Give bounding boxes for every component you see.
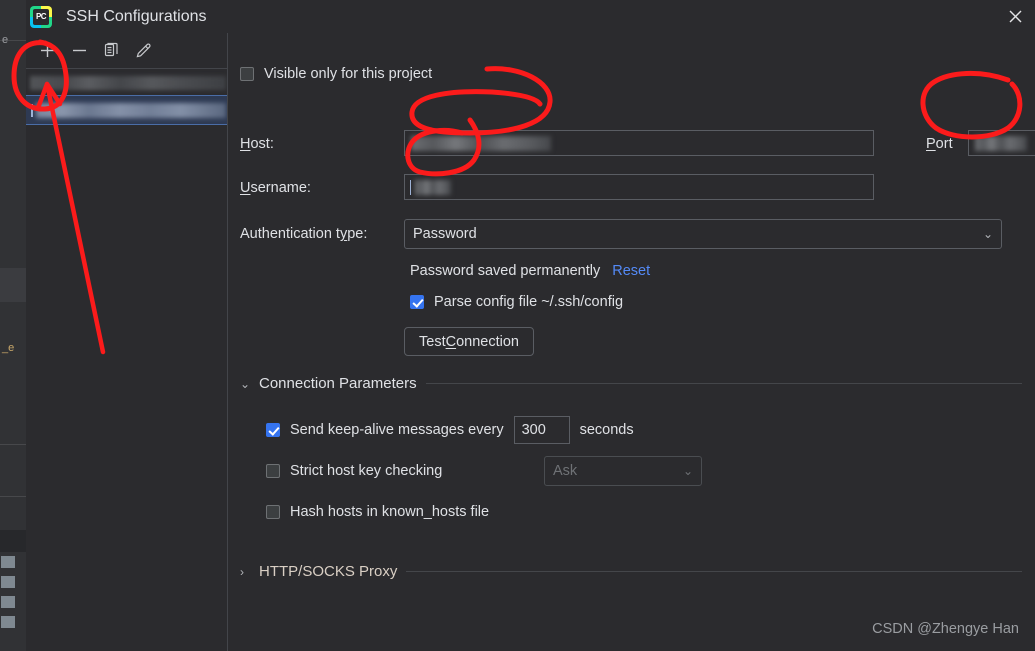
configuration-form-panel: Visible only for this project Host: Port	[228, 33, 1035, 651]
username-label: Username:	[240, 180, 311, 196]
keep-alive-row[interactable]: Send keep-alive messages every 300 secon…	[266, 416, 634, 444]
password-status-label: Password saved permanently	[410, 263, 601, 279]
host-input[interactable]	[404, 130, 874, 156]
parse-config-label: Parse config file ~/.ssh/config	[434, 294, 624, 310]
remove-button[interactable]	[64, 37, 94, 65]
strict-host-key-checkbox[interactable]	[266, 464, 280, 478]
ssh-configurations-dialog: e _e PC SSH Configurations Visible only …	[0, 0, 1035, 651]
pycharm-icon-badge: PC	[33, 8, 49, 25]
strict-host-key-row[interactable]: Strict host key checking	[266, 463, 442, 479]
section-divider	[406, 571, 1022, 572]
text-caret	[31, 104, 33, 117]
background-ide-strip: e _e	[0, 0, 26, 651]
redacted-port-value	[975, 136, 1027, 151]
list-item[interactable]	[26, 95, 227, 125]
visible-only-checkbox-row[interactable]: Visible only for this project	[240, 66, 432, 82]
plus-icon	[40, 44, 54, 57]
parse-config-checkbox[interactable]	[410, 295, 424, 309]
username-input[interactable]	[404, 174, 874, 200]
dialog-window: PC SSH Configurations Visible only for t…	[26, 0, 1035, 651]
proxy-section-title: HTTP/SOCKS Proxy	[259, 563, 398, 580]
close-icon[interactable]	[995, 0, 1035, 33]
chevron-down-icon: ⌄	[240, 376, 251, 391]
pycharm-icon: PC	[30, 5, 52, 28]
connection-parameters-section-header[interactable]: ⌄ Connection Parameters	[240, 375, 1022, 392]
configurations-sidebar	[26, 33, 228, 651]
strict-host-key-label: Strict host key checking	[290, 463, 443, 479]
dialog-body: Visible only for this project Host: Port	[26, 33, 1035, 651]
authentication-type-select[interactable]: Password ⌄	[404, 219, 1002, 249]
proxy-section-header[interactable]: › HTTP/SOCKS Proxy	[240, 563, 1022, 580]
background-glyph: e	[2, 34, 9, 46]
hash-hosts-row[interactable]: Hash hosts in known_hosts file	[266, 504, 489, 520]
keep-alive-checkbox[interactable]	[266, 423, 280, 437]
connection-parameters-title: Connection Parameters	[259, 375, 417, 392]
keep-alive-label-after: seconds	[579, 422, 634, 438]
reset-link[interactable]: Reset	[612, 263, 650, 279]
strict-host-key-select[interactable]: Ask ⌄	[544, 456, 702, 486]
redacted-username-value	[415, 180, 451, 195]
chevron-down-icon: ⌄	[682, 464, 693, 478]
copy-icon	[104, 42, 118, 57]
keep-alive-interval-value: 300	[521, 422, 546, 438]
redacted-config-name	[36, 103, 226, 118]
section-divider	[425, 383, 1022, 384]
visible-only-checkbox[interactable]	[240, 67, 254, 81]
host-label: Host:	[240, 136, 274, 152]
sidebar-toolbar	[26, 33, 227, 69]
port-input[interactable]	[968, 130, 1035, 156]
strict-host-key-value: Ask	[553, 463, 578, 479]
background-glyph-amber: _e	[2, 342, 15, 354]
keep-alive-label-before: Send keep-alive messages every	[290, 422, 504, 438]
list-item[interactable]	[26, 71, 227, 95]
authentication-type-label: Authentication type:	[240, 226, 368, 242]
pencil-icon	[136, 43, 151, 58]
redacted-config-name	[30, 76, 226, 90]
test-connection-button[interactable]: Test Connection	[404, 327, 534, 356]
hash-hosts-checkbox[interactable]	[266, 505, 280, 519]
authentication-type-value: Password	[413, 226, 477, 242]
chevron-down-icon: ⌄	[982, 227, 993, 241]
page-title: SSH Configurations	[66, 7, 207, 25]
password-status-row: Password saved permanently Reset	[410, 263, 650, 279]
minus-icon	[72, 49, 86, 52]
redacted-host-value	[411, 136, 551, 151]
copy-button[interactable]	[96, 37, 126, 65]
text-caret	[410, 180, 411, 195]
add-button[interactable]	[32, 37, 62, 65]
port-label: Port	[926, 136, 953, 152]
title-bar: PC SSH Configurations	[26, 0, 1035, 33]
keep-alive-interval-input[interactable]: 300	[513, 416, 570, 444]
watermark: CSDN @Zhengye Han	[872, 621, 1019, 637]
chevron-right-icon: ›	[240, 564, 244, 579]
visible-only-label: Visible only for this project	[264, 66, 433, 82]
edit-button[interactable]	[128, 37, 158, 65]
parse-config-checkbox-row[interactable]: Parse config file ~/.ssh/config	[410, 294, 623, 310]
hash-hosts-label: Hash hosts in known_hosts file	[290, 504, 490, 520]
